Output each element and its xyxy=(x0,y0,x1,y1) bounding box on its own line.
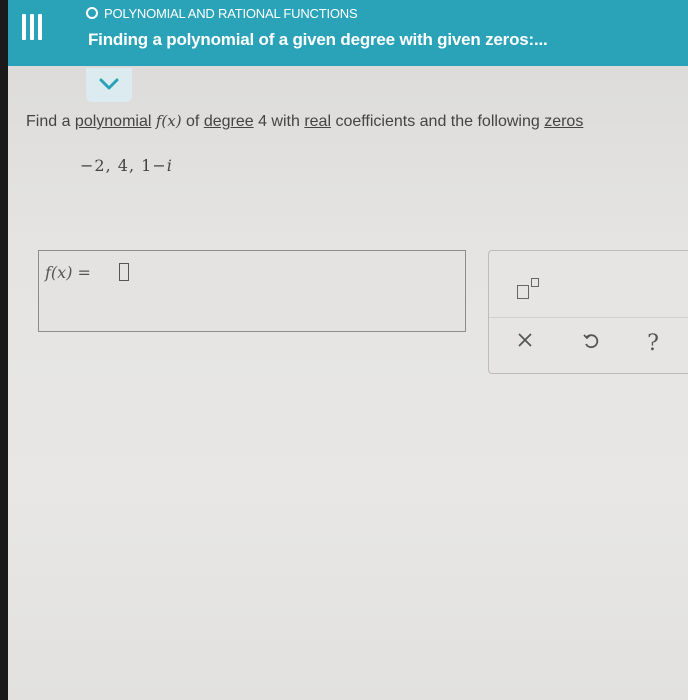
close-icon xyxy=(518,333,532,347)
chevron-down-icon xyxy=(99,78,119,90)
polynomial-link[interactable]: polynomial xyxy=(75,113,151,130)
answer-placeholder-box[interactable] xyxy=(119,263,129,281)
undo-button[interactable] xyxy=(577,331,605,359)
page-title: Finding a polynomial of a given degree w… xyxy=(88,30,548,49)
tools-divider xyxy=(489,317,688,318)
question-text: Find a polynomial f(x) of degree 4 with … xyxy=(26,112,583,131)
zeros-separator: , xyxy=(128,156,136,175)
answer-label: f(x) = xyxy=(45,263,91,282)
question-middle: 4 with xyxy=(253,113,305,130)
circle-icon xyxy=(86,7,98,19)
collapse-button[interactable] xyxy=(86,68,132,102)
function-name: f(x) xyxy=(155,112,182,130)
question-coefficients: coefficients and the following xyxy=(331,113,545,130)
topic-text: POLYNOMIAL AND RATIONAL FUNCTIONS xyxy=(104,5,358,21)
math-tools-panel: ? xyxy=(488,250,688,374)
question-prefix: Find a xyxy=(26,113,75,130)
device-bezel xyxy=(0,0,8,700)
help-button[interactable]: ? xyxy=(639,331,667,359)
zeros-list: −2, 4, 1−i xyxy=(80,156,173,175)
answer-input[interactable]: f(x) = xyxy=(38,250,466,332)
question-of: of xyxy=(181,113,204,130)
menu-icon[interactable] xyxy=(20,10,46,44)
zero-value: −2 xyxy=(80,156,106,175)
topic-heading: POLYNOMIAL AND RATIONAL FUNCTIONS xyxy=(86,4,358,22)
zero-value: 4 xyxy=(117,156,129,175)
imaginary-unit: i xyxy=(166,156,173,175)
zeros-separator: , xyxy=(105,156,112,175)
real-link[interactable]: real xyxy=(304,113,331,130)
zero-value: 1− xyxy=(141,156,167,175)
question-mark-icon: ? xyxy=(647,331,659,356)
degree-link[interactable]: degree xyxy=(204,113,254,130)
exponent-template-icon[interactable] xyxy=(515,275,545,303)
header-bar: POLYNOMIAL AND RATIONAL FUNCTIONS Findin… xyxy=(8,0,688,66)
zeros-link[interactable]: zeros xyxy=(544,113,583,130)
undo-icon xyxy=(583,334,599,349)
clear-button[interactable] xyxy=(511,331,539,359)
